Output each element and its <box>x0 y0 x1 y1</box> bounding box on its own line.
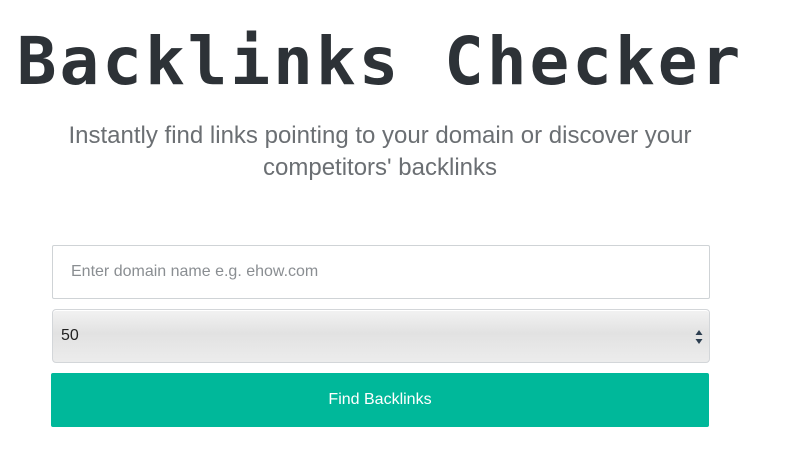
domain-input[interactable] <box>52 245 710 299</box>
results-count-select[interactable]: 50 <box>52 309 710 363</box>
results-count-value: 50 <box>61 327 79 344</box>
page-title: Backlinks Checker <box>16 23 744 100</box>
page-subtitle: Instantly find links pointing to your do… <box>68 122 692 181</box>
find-backlinks-button[interactable]: Find Backlinks <box>51 373 709 427</box>
up-down-chevron-icon <box>695 330 703 344</box>
backlinks-checker-page: Backlinks Checker Instantly find links p… <box>0 0 789 470</box>
